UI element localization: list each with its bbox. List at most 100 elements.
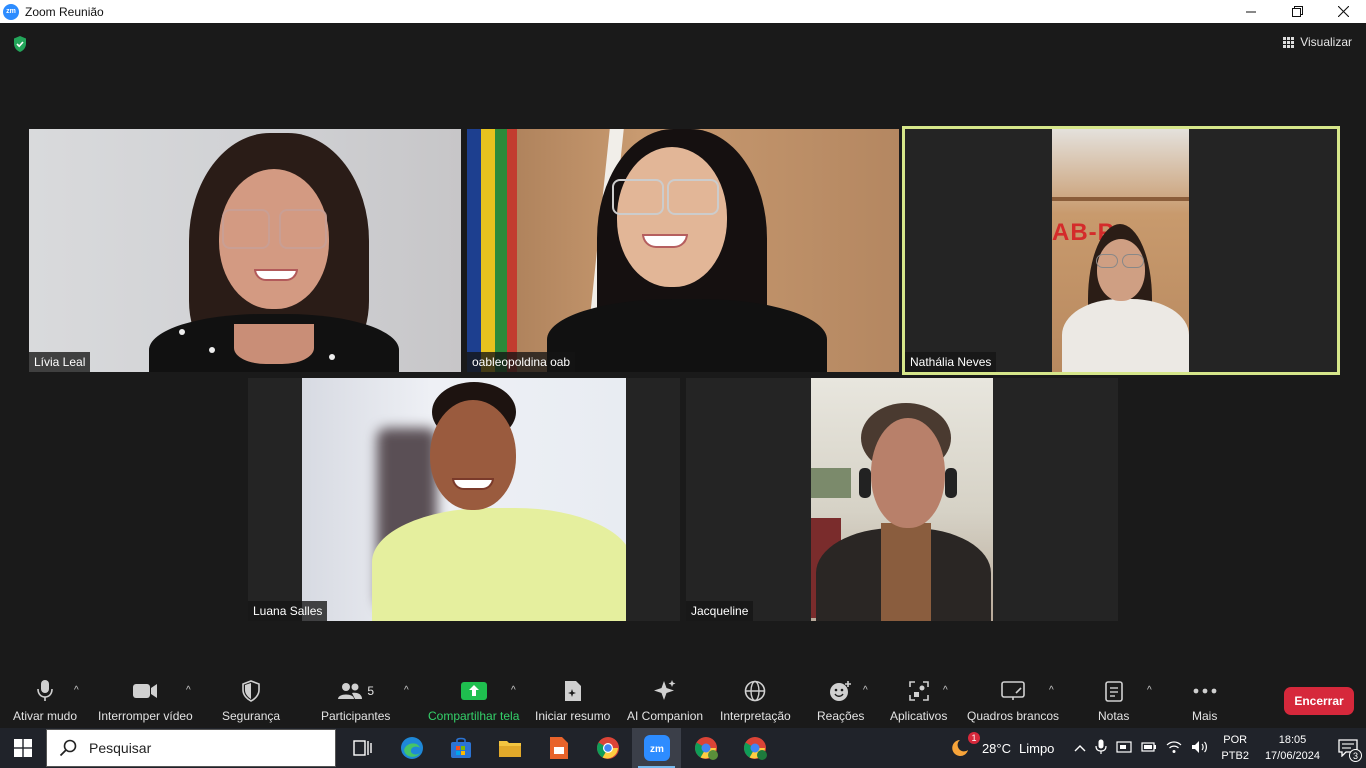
task-view-button[interactable] [338, 728, 387, 768]
start-button[interactable] [0, 728, 46, 768]
microphone-icon [36, 679, 54, 703]
video-options-caret-icon[interactable]: ^ [186, 685, 191, 696]
notification-center-button[interactable]: 3 [1330, 728, 1366, 768]
search-icon [59, 739, 77, 757]
participants-icon [338, 683, 363, 699]
edge-browser-icon [400, 737, 423, 759]
taskbar-clock[interactable]: 18:05 17/06/2024 [1265, 732, 1320, 764]
taskbar-app-chrome-profile-o[interactable] [681, 728, 730, 768]
end-meeting-button[interactable]: Encerrar [1284, 687, 1354, 715]
stop-video-button[interactable]: Interromper vídeo [98, 679, 193, 723]
notification-count-badge: 3 [1349, 749, 1362, 762]
participant-video: AB-P [1052, 129, 1189, 372]
more-dots-icon [1193, 679, 1217, 703]
folder-icon [498, 741, 521, 757]
battery-icon[interactable] [1141, 740, 1157, 757]
sparkle-icon [653, 679, 677, 703]
tray-microphone-icon[interactable] [1095, 739, 1108, 758]
participants-count: 5 [367, 684, 375, 698]
video-tile-active-speaker[interactable]: AB-P Nathália Neves [902, 126, 1340, 375]
mute-options-caret-icon[interactable]: ^ [74, 685, 79, 696]
ai-companion-button[interactable]: AI Companion [627, 679, 703, 723]
interpretation-button[interactable]: Interpretação [720, 679, 791, 723]
store-icon [450, 737, 471, 758]
taskbar-app-edge[interactable] [387, 728, 436, 768]
encryption-shield-icon[interactable] [12, 35, 28, 58]
apps-icon [908, 679, 929, 703]
speaker-volume-icon[interactable] [1191, 740, 1209, 757]
start-summary-button[interactable]: Iniciar resumo [535, 679, 610, 723]
restore-button[interactable] [1274, 0, 1320, 23]
participants-icon-group: 5 [337, 679, 374, 703]
participant-name: Jacqueline [686, 601, 754, 621]
view-button[interactable]: Visualizar [1283, 35, 1352, 49]
participant-video [811, 378, 993, 621]
weather-widget[interactable]: 1 28°C Limpo [952, 731, 1055, 761]
weather-badge: 1 [967, 731, 980, 744]
participant-video [29, 129, 461, 372]
svg-text:zm: zm [650, 744, 664, 755]
minimize-button[interactable] [1228, 0, 1274, 23]
minimize-icon [1246, 11, 1256, 12]
apps-button[interactable]: Aplicativos [890, 679, 947, 723]
notes-icon [1104, 679, 1123, 703]
zoom-app-icon: zm [643, 735, 670, 761]
view-label: Visualizar [1300, 35, 1352, 49]
meeting-area: Visualizar Lívia Leal oableopoldina oab … [0, 23, 1366, 673]
participant-name: oableopoldina oab [467, 352, 576, 372]
tray-icons [1074, 739, 1209, 758]
taskbar-app-chrome[interactable] [583, 728, 632, 768]
share-screen-icon [460, 679, 487, 703]
weather-condition: Limpo [1019, 740, 1055, 756]
taskbar-app-store[interactable] [436, 728, 485, 768]
clock-date: 17/06/2024 [1264, 750, 1320, 762]
window-title: Zoom Reunião [25, 4, 104, 19]
clock-time: 18:05 [1278, 734, 1307, 746]
close-button[interactable] [1320, 0, 1366, 23]
security-shield-icon [241, 679, 261, 703]
video-tile[interactable]: Jacqueline [686, 378, 1118, 621]
taskbar-app-zoom[interactable]: zm [632, 728, 681, 768]
whiteboards-button[interactable]: Quadros brancos [967, 679, 1059, 723]
meeting-toolbar: Ativar mudo ^ Interromper vídeo ^ Segura… [0, 673, 1366, 728]
whiteboard-icon [1001, 679, 1025, 703]
taskbar-app-document[interactable] [534, 728, 583, 768]
search-placeholder: Pesquisar [89, 740, 152, 756]
close-icon [1337, 6, 1349, 17]
restore-icon [1291, 6, 1303, 17]
more-button[interactable]: Mais [1192, 679, 1217, 723]
emoji-plus-icon [829, 679, 853, 703]
taskbar-search-input[interactable]: Pesquisar [46, 729, 336, 767]
video-tile[interactable]: oableopoldina oab [467, 129, 899, 372]
taskbar-app-chrome-profile-m[interactable] [730, 728, 779, 768]
video-tile[interactable]: Luana Salles [248, 378, 680, 621]
weather-moon-icon: 1 [952, 731, 980, 761]
notes-button[interactable]: Notas [1098, 679, 1129, 723]
chrome-icon [596, 737, 619, 759]
notes-options-caret-icon[interactable]: ^ [1147, 685, 1152, 696]
chevron-up-icon[interactable] [1074, 741, 1086, 755]
title-bar: zm Zoom Reunião [0, 0, 1366, 23]
system-tray: 1 28°C Limpo POR PTB2 18:05 17/06/2024 3 [952, 728, 1366, 768]
reactions-button[interactable]: Reações [817, 679, 864, 723]
tray-display-icon[interactable] [1116, 740, 1133, 757]
mute-button[interactable]: Ativar mudo [13, 679, 77, 723]
weather-temperature: 28°C [981, 740, 1011, 756]
apps-options-caret-icon[interactable]: ^ [943, 685, 948, 696]
participant-name: Nathália Neves [905, 352, 997, 372]
share-options-caret-icon[interactable]: ^ [511, 685, 516, 696]
zoom-logo-icon: zm [3, 3, 19, 20]
reactions-options-caret-icon[interactable]: ^ [863, 685, 868, 696]
video-tile[interactable]: Lívia Leal [29, 129, 461, 372]
wifi-icon[interactable] [1166, 740, 1182, 757]
share-screen-button[interactable]: Compartilhar tela [428, 679, 519, 723]
security-button[interactable]: Segurança [222, 679, 280, 723]
whiteboards-options-caret-icon[interactable]: ^ [1049, 685, 1054, 696]
input-language-indicator[interactable]: POR PTB2 [1221, 732, 1249, 764]
participants-button[interactable]: 5 Participantes [321, 679, 390, 723]
window-controls [1228, 0, 1366, 23]
chrome-profile-icon [743, 737, 767, 760]
participants-options-caret-icon[interactable]: ^ [404, 685, 409, 696]
task-view-icon [352, 740, 372, 756]
taskbar-app-file-explorer[interactable] [485, 728, 534, 768]
